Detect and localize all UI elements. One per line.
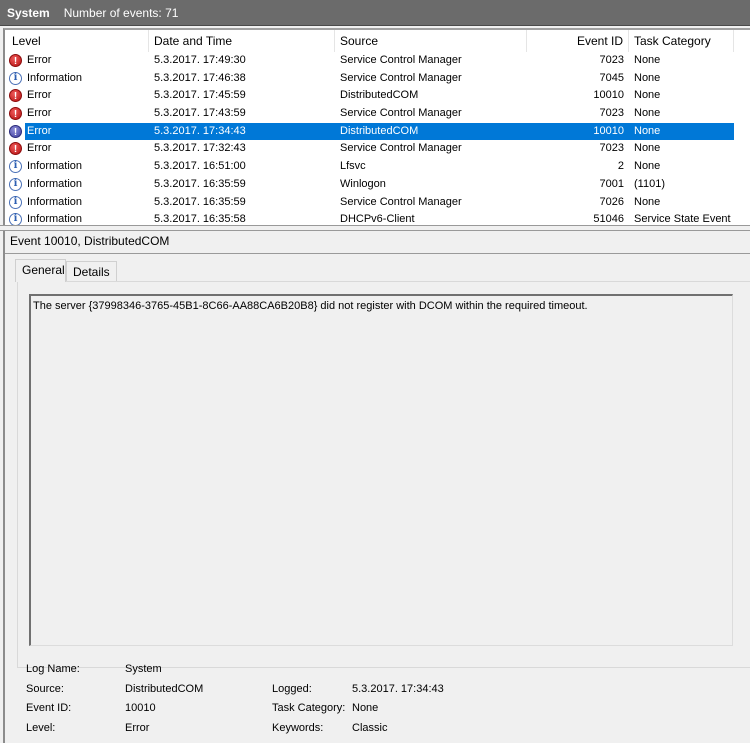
- table-row[interactable]: ! Error 5.3.2017. 17:32:43 Service Control …: [5, 140, 750, 158]
- source-cell: Service Control Manager: [340, 71, 462, 84]
- task-category-cell: None: [634, 54, 661, 66]
- task-category-cell: None: [634, 160, 661, 173]
- date-cell: 5.3.2017. 17:32:43: [154, 142, 246, 155]
- level-cell: Error: [27, 107, 52, 120]
- column-header-task-category[interactable]: Task Category: [629, 30, 734, 52]
- column-header-date[interactable]: Date and Time: [149, 30, 335, 52]
- table-row[interactable]: ! Error 5.3.2017. 17:43:59 Service Control …: [5, 105, 750, 123]
- event-id-cell: 7023: [599, 142, 624, 155]
- grid-header: Level Date and Time Source Event ID Task…: [5, 30, 750, 52]
- event-id-cell: 10010: [593, 89, 624, 102]
- level-value: Error: [125, 721, 150, 734]
- source-cell: Lfsvc: [340, 160, 366, 173]
- level-cell: Information: [27, 177, 83, 190]
- date-cell: 5.3.2017. 17:34:43: [154, 124, 246, 137]
- detail-title: Event 10010, DistributedCOM: [10, 234, 170, 248]
- source-value: DistributedCOM: [125, 682, 204, 695]
- event-id-value: 10010: [125, 702, 156, 714]
- column-header-event-id[interactable]: Event ID: [527, 30, 629, 52]
- event-id-cell: 7023: [599, 54, 624, 66]
- task-category-cell: (1101): [634, 177, 665, 190]
- column-header-source[interactable]: Source: [335, 30, 527, 52]
- level-cell: Error: [27, 54, 52, 66]
- table-row[interactable]: i Information 5.3.2017. 16:51:00 Lfsvc 2 None: [5, 158, 750, 176]
- task-category-value: None: [352, 702, 379, 714]
- level-cell: Information: [27, 195, 83, 208]
- date-cell: 5.3.2017. 17:45:59: [154, 89, 246, 102]
- keywords-label: Keywords:: [272, 721, 324, 734]
- table-row[interactable]: i Information 5.3.2017. 16:35:59 Service Co…: [5, 194, 750, 212]
- task-category-cell: None: [634, 71, 661, 84]
- date-cell: 5.3.2017. 17:49:30: [154, 54, 246, 66]
- event-message[interactable]: The server {37998346-3765-45B1-8C66-AA88…: [29, 294, 733, 646]
- date-cell: 5.3.2017. 16:35:59: [154, 177, 246, 190]
- event-id-cell: 10010: [593, 124, 624, 137]
- table-row[interactable]: ! Error 5.3.2017. 17:34:43 DistributedCOM 10…: [5, 122, 750, 141]
- table-row[interactable]: i Information 5.3.2017. 17:46:38 Service Co…: [5, 70, 750, 88]
- task-category-cell: None: [634, 195, 661, 208]
- table-row[interactable]: ! Error 5.3.2017. 17:49:30 Service Control …: [5, 52, 750, 70]
- task-category-cell: None: [634, 89, 661, 102]
- source-cell: Service Control Manager: [340, 142, 462, 155]
- source-cell: DistributedCOM: [340, 89, 419, 102]
- date-cell: 5.3.2017. 17:43:59: [154, 107, 246, 120]
- table-row[interactable]: i Information 5.3.2017. 16:35:59 Winlogon 70…: [5, 176, 750, 194]
- source-cell: DistributedCOM: [340, 124, 419, 137]
- table-row[interactable]: ! Error 5.3.2017. 17:45:59 DistributedCOM 10…: [5, 87, 750, 105]
- task-category-cell: None: [634, 142, 661, 155]
- event-id-cell: 7026: [599, 195, 624, 208]
- source-cell: Service Control Manager: [340, 195, 462, 208]
- date-cell: 5.3.2017. 17:46:38: [154, 71, 246, 84]
- level-cell: Error: [27, 142, 52, 155]
- events-grid[interactable]: Level Date and Time Source Event ID Task…: [3, 28, 750, 227]
- event-count: Number of events: 71: [63, 5, 179, 20]
- event-id-cell: 7045: [599, 71, 624, 84]
- source-cell: Winlogon: [340, 177, 386, 190]
- event-id-cell: 2: [617, 160, 624, 173]
- logged-label: Logged:: [272, 682, 312, 695]
- event-id-cell: 7001: [599, 177, 624, 190]
- level-cell: Information: [27, 160, 83, 173]
- event-id-cell: 7023: [599, 107, 624, 120]
- task-category-cell: None: [634, 124, 661, 137]
- column-header-level[interactable]: Level: [7, 30, 149, 52]
- date-cell: 5.3.2017. 16:35:59: [154, 195, 246, 208]
- source-cell: Service Control Manager: [340, 54, 462, 66]
- tab-general[interactable]: General: [15, 259, 66, 282]
- log-name-value: System: [125, 663, 162, 675]
- task-category-label: Task Category:: [272, 702, 346, 714]
- log-name-label: Log Name:: [26, 663, 80, 675]
- keywords-value: Classic: [352, 721, 388, 734]
- event-detail-pane: Event 10010, DistributedCOM General Deta…: [3, 231, 750, 743]
- divider: [5, 253, 750, 254]
- grid-rows: ! Error 5.3.2017. 17:49:30 Service Control …: [5, 52, 750, 227]
- level-label: Level:: [26, 721, 56, 734]
- level-cell: Error: [27, 124, 52, 137]
- source-cell: Service Control Manager: [340, 107, 462, 120]
- event-id-label: Event ID:: [26, 702, 72, 714]
- level-cell: Information: [27, 71, 83, 84]
- log-name: System: [7, 5, 50, 20]
- general-tab-panel: The server {37998346-3765-45B1-8C66-AA88…: [17, 281, 750, 668]
- logged-value: 5.3.2017. 17:34:43: [352, 682, 444, 695]
- level-cell: Error: [27, 89, 52, 102]
- task-category-cell: None: [634, 107, 661, 120]
- source-label: Source:: [26, 682, 64, 695]
- date-cell: 5.3.2017. 16:51:00: [154, 160, 246, 173]
- tab-details[interactable]: Details: [66, 261, 117, 281]
- log-header-bar: System Number of events: 71: [0, 0, 750, 26]
